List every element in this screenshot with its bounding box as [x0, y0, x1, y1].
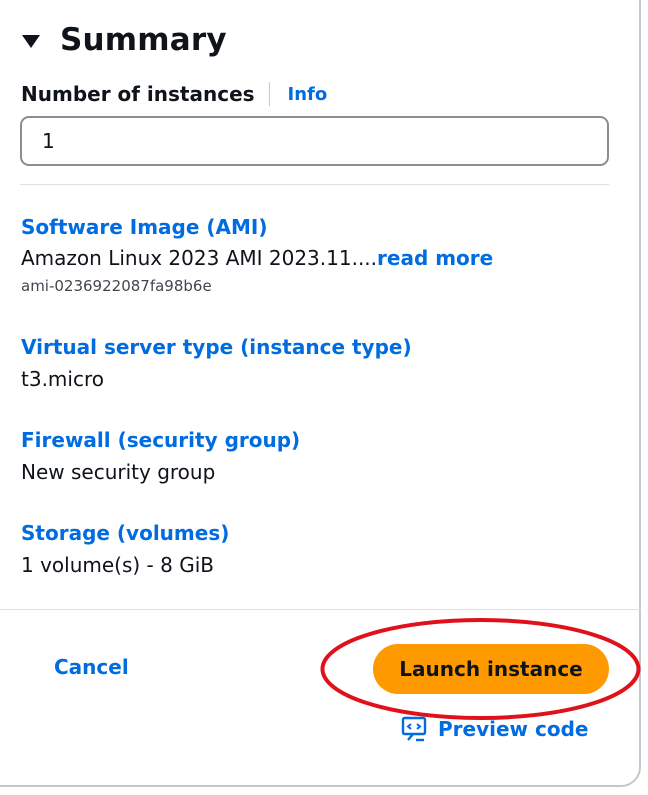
firewall-value: New security group [21, 460, 216, 484]
preview-code-label: Preview code [438, 717, 589, 741]
section-divider [20, 184, 609, 185]
instances-label-row: Number of instances Info [21, 82, 327, 106]
summary-title: Summary [60, 22, 227, 58]
info-link[interactable]: Info [288, 84, 328, 105]
ami-id: ami-0236922087fa98b6e [21, 277, 212, 295]
ami-section-title[interactable]: Software Image (AMI) [21, 215, 268, 239]
preview-code-link[interactable]: Preview code [401, 716, 588, 742]
code-preview-icon [401, 716, 427, 742]
read-more-link[interactable]: read more [377, 246, 493, 270]
ami-value: Amazon Linux 2023 AMI 2023.11....read mo… [21, 246, 493, 270]
instances-label: Number of instances [21, 82, 255, 106]
ami-name: Amazon Linux 2023 AMI 2023.11.... [21, 246, 378, 270]
footer-divider [0, 609, 641, 610]
storage-section-title[interactable]: Storage (volumes) [21, 521, 229, 545]
instance-type-section-title[interactable]: Virtual server type (instance type) [21, 335, 412, 359]
summary-toggle[interactable]: Summary [22, 22, 227, 58]
instance-type-value: t3.micro [21, 367, 104, 391]
label-divider [268, 82, 270, 106]
caret-down-icon [22, 34, 40, 48]
firewall-section-title[interactable]: Firewall (security group) [21, 428, 300, 452]
launch-instance-button[interactable]: Launch instance [373, 644, 609, 694]
storage-value: 1 volume(s) - 8 GiB [21, 553, 214, 577]
cancel-button[interactable]: Cancel [54, 655, 129, 679]
number-of-instances-input[interactable] [20, 116, 609, 166]
